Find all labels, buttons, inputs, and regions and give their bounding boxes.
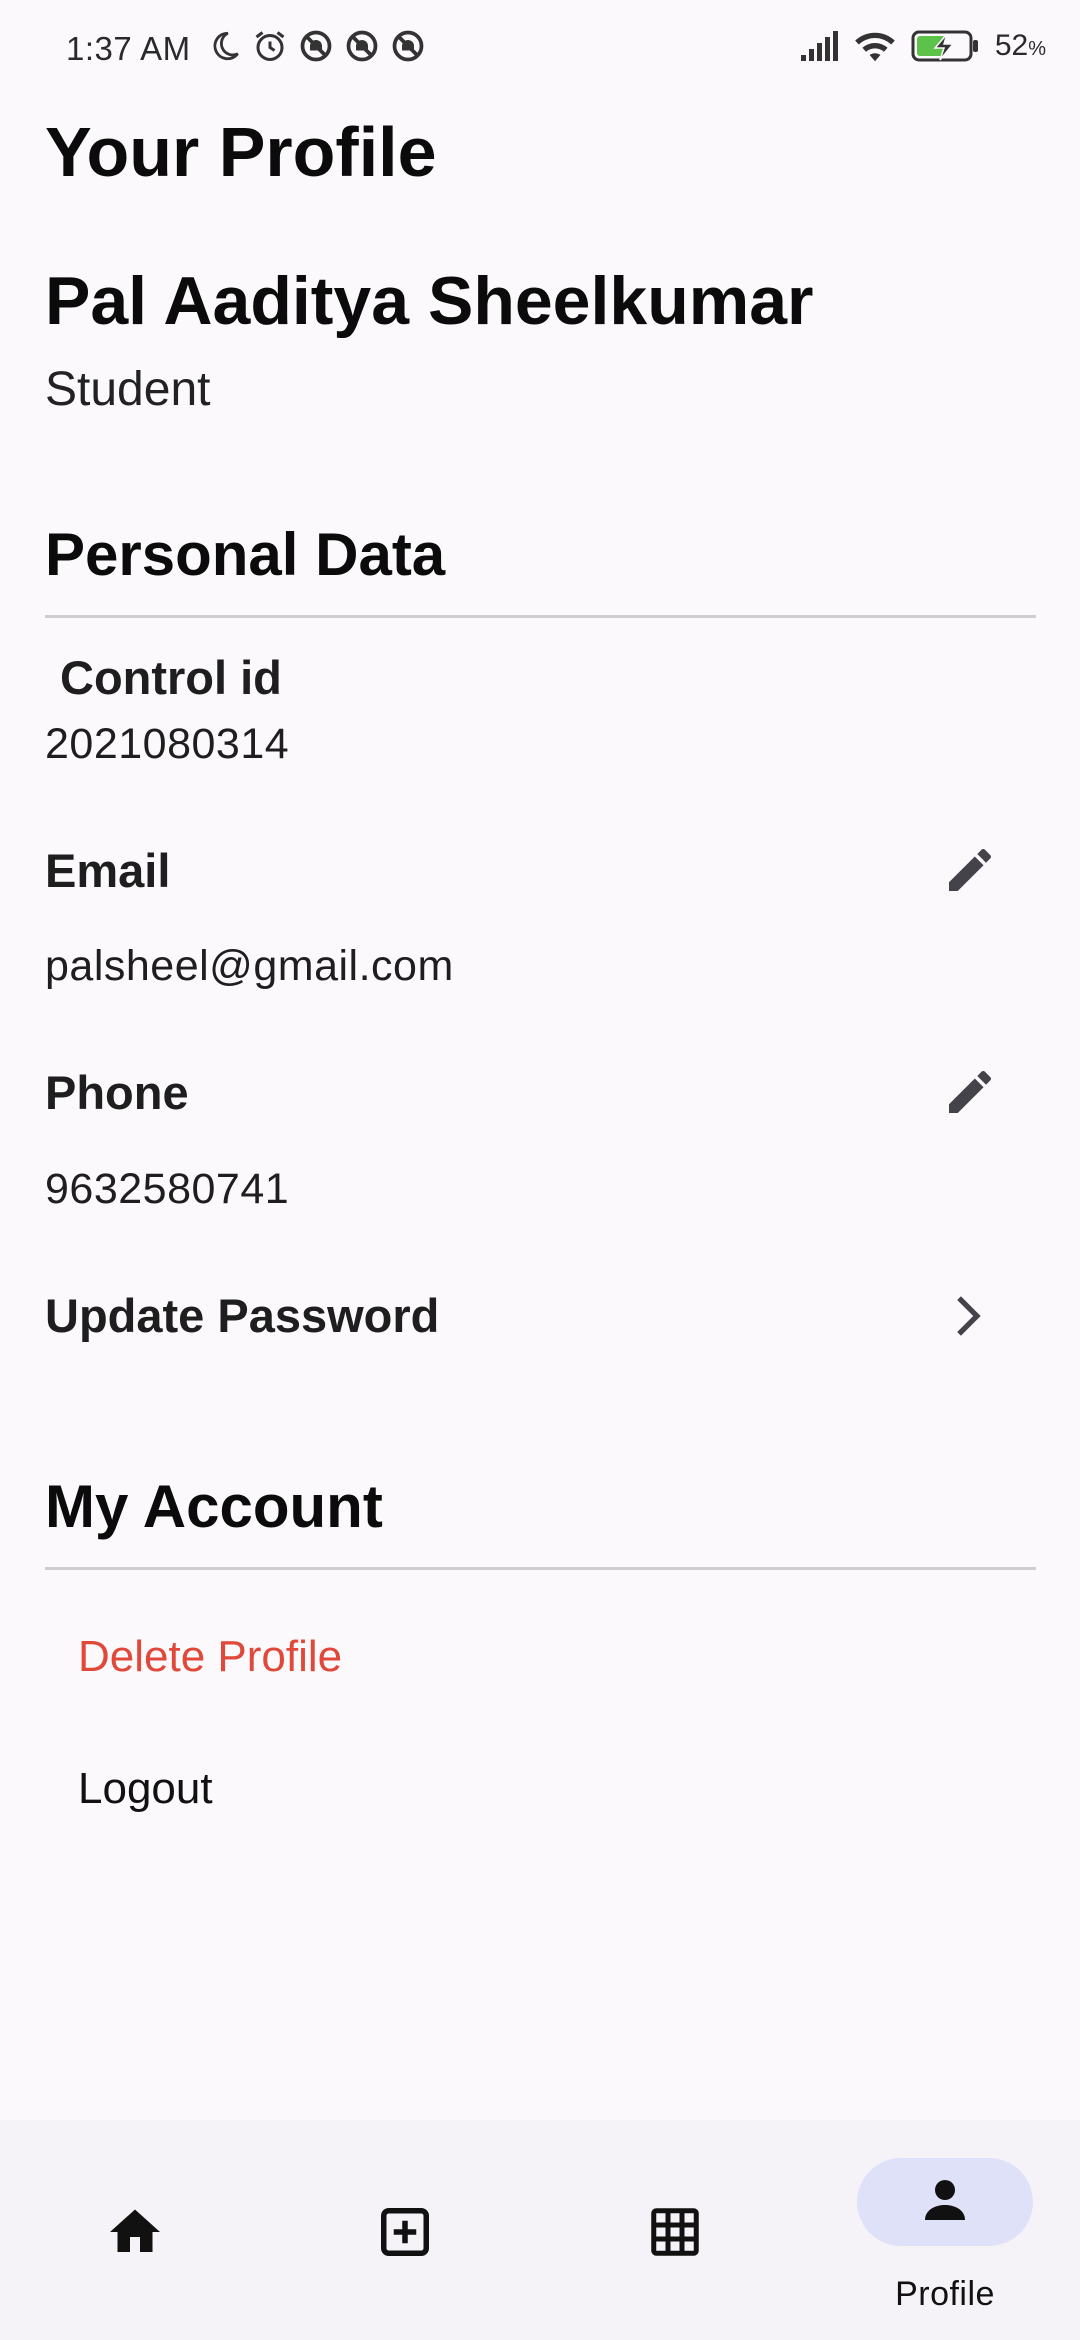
edit-phone-button[interactable] xyxy=(930,1052,1010,1132)
nav-home[interactable] xyxy=(0,2120,270,2340)
nav-profile[interactable]: Profile xyxy=(810,2120,1080,2340)
wifi-icon xyxy=(855,32,895,62)
battery-charging-icon xyxy=(911,30,978,62)
status-time: 1:37 AM xyxy=(66,30,191,67)
edit-icon xyxy=(949,848,992,891)
email-label: Email xyxy=(45,844,171,897)
profile-name: Pal Aaditya Sheelkumar xyxy=(45,263,814,339)
delete-profile-button[interactable]: Delete Profile xyxy=(78,1632,342,1682)
status-icons-left xyxy=(208,28,426,64)
update-password-row[interactable]: Update Password xyxy=(0,1270,1080,1360)
update-password-label: Update Password xyxy=(45,1289,440,1342)
control-id-label: Control id xyxy=(60,651,282,704)
blocked-notification-icon xyxy=(346,30,378,62)
control-id-value: 2021080314 xyxy=(45,720,290,768)
home-icon xyxy=(110,2209,160,2252)
chevron-right-icon xyxy=(957,1296,981,1336)
add-box-icon xyxy=(381,2208,429,2256)
logout-button[interactable]: Logout xyxy=(78,1764,213,1814)
blocked-notification-icon xyxy=(392,30,424,62)
person-icon xyxy=(925,2180,965,2220)
battery-percent: 52% xyxy=(994,29,1046,62)
grid-icon xyxy=(651,2208,699,2256)
bottom-navigation: Profile xyxy=(0,2120,1080,2340)
phone-label: Phone xyxy=(45,1066,189,1119)
status-icons-right: 52% xyxy=(799,28,1046,64)
personal-data-divider xyxy=(45,615,1036,618)
moon-icon xyxy=(213,31,239,61)
blocked-notification-icon xyxy=(300,30,332,62)
signal-icon xyxy=(800,31,838,61)
profile-role: Student xyxy=(45,363,211,416)
nav-grid[interactable] xyxy=(540,2120,810,2340)
personal-data-title: Personal Data xyxy=(45,521,446,588)
status-bar: 1:37 AM 52% xyxy=(0,0,1080,96)
nav-profile-label: Profile xyxy=(895,2275,995,2313)
my-account-title: My Account xyxy=(45,1473,383,1540)
phone-value: 9632580741 xyxy=(45,1165,290,1213)
page-title: Your Profile xyxy=(45,113,437,191)
email-value: palsheel@gmail.com xyxy=(45,942,454,990)
edit-icon xyxy=(949,1070,992,1113)
edit-email-button[interactable] xyxy=(930,830,1010,910)
my-account-divider xyxy=(45,1567,1036,1570)
alarm-icon xyxy=(255,31,285,61)
nav-add[interactable] xyxy=(270,2120,540,2340)
